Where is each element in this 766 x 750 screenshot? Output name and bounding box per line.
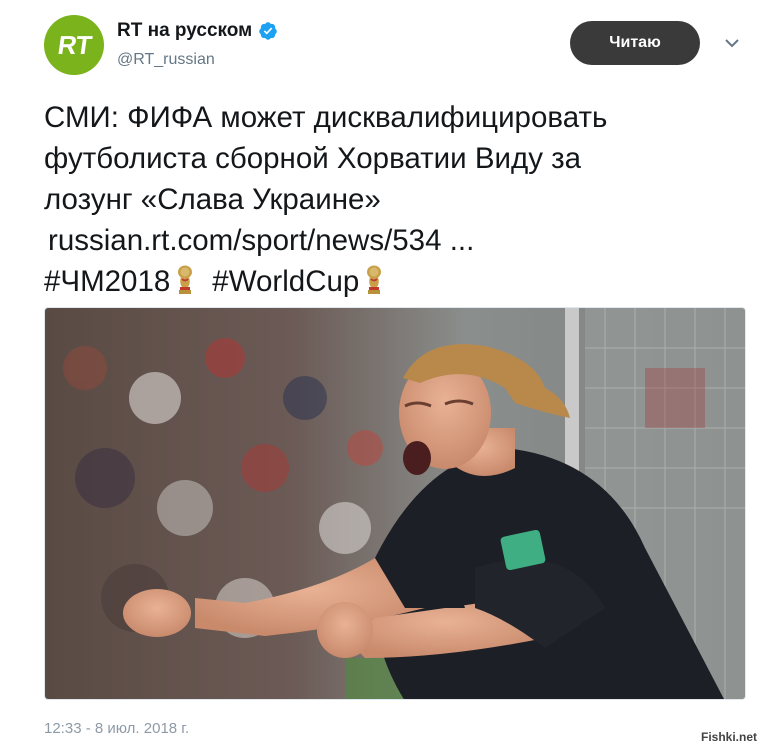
hashtag-link[interactable]: #ЧМ2018 xyxy=(44,265,170,298)
author-avatar[interactable]: RT xyxy=(44,15,104,75)
tweet-text: СМИ: ФИФА может дисквалифицировать футбо… xyxy=(44,97,744,302)
tweet-header: RT RT на русском @RT_russian Читаю xyxy=(44,15,744,75)
tweet-timestamp[interactable]: 12:33 - 8 июл. 2018 г. xyxy=(44,720,189,737)
author-name-row[interactable]: RT на русском xyxy=(117,20,278,42)
world-cup-trophy-icon xyxy=(367,265,382,294)
tweet-photo[interactable] xyxy=(44,307,746,700)
tweet-link[interactable]: russian.rt.com/sport/news/534 ... xyxy=(48,224,474,257)
watermark: Fishki.net xyxy=(697,730,760,744)
author-handle[interactable]: @RT_russian xyxy=(117,51,215,69)
follow-button[interactable]: Читаю xyxy=(570,21,700,65)
chevron-down-icon[interactable] xyxy=(724,37,740,49)
author-display-name[interactable]: RT на русском xyxy=(117,20,252,42)
tweet-text-line: СМИ: ФИФА может дисквалифицировать xyxy=(44,101,608,134)
avatar-text: RT xyxy=(55,29,93,60)
tweet-text-line: футболиста сборной Хорватии Виду за xyxy=(44,142,582,175)
verified-badge-icon xyxy=(259,22,277,40)
world-cup-trophy-icon xyxy=(178,265,193,294)
photo-football-player-celebrating xyxy=(45,308,745,699)
hashtag-link[interactable]: #WorldCup xyxy=(212,265,359,298)
tweet-text-line: лозунг «Слава Украине» xyxy=(44,183,381,216)
